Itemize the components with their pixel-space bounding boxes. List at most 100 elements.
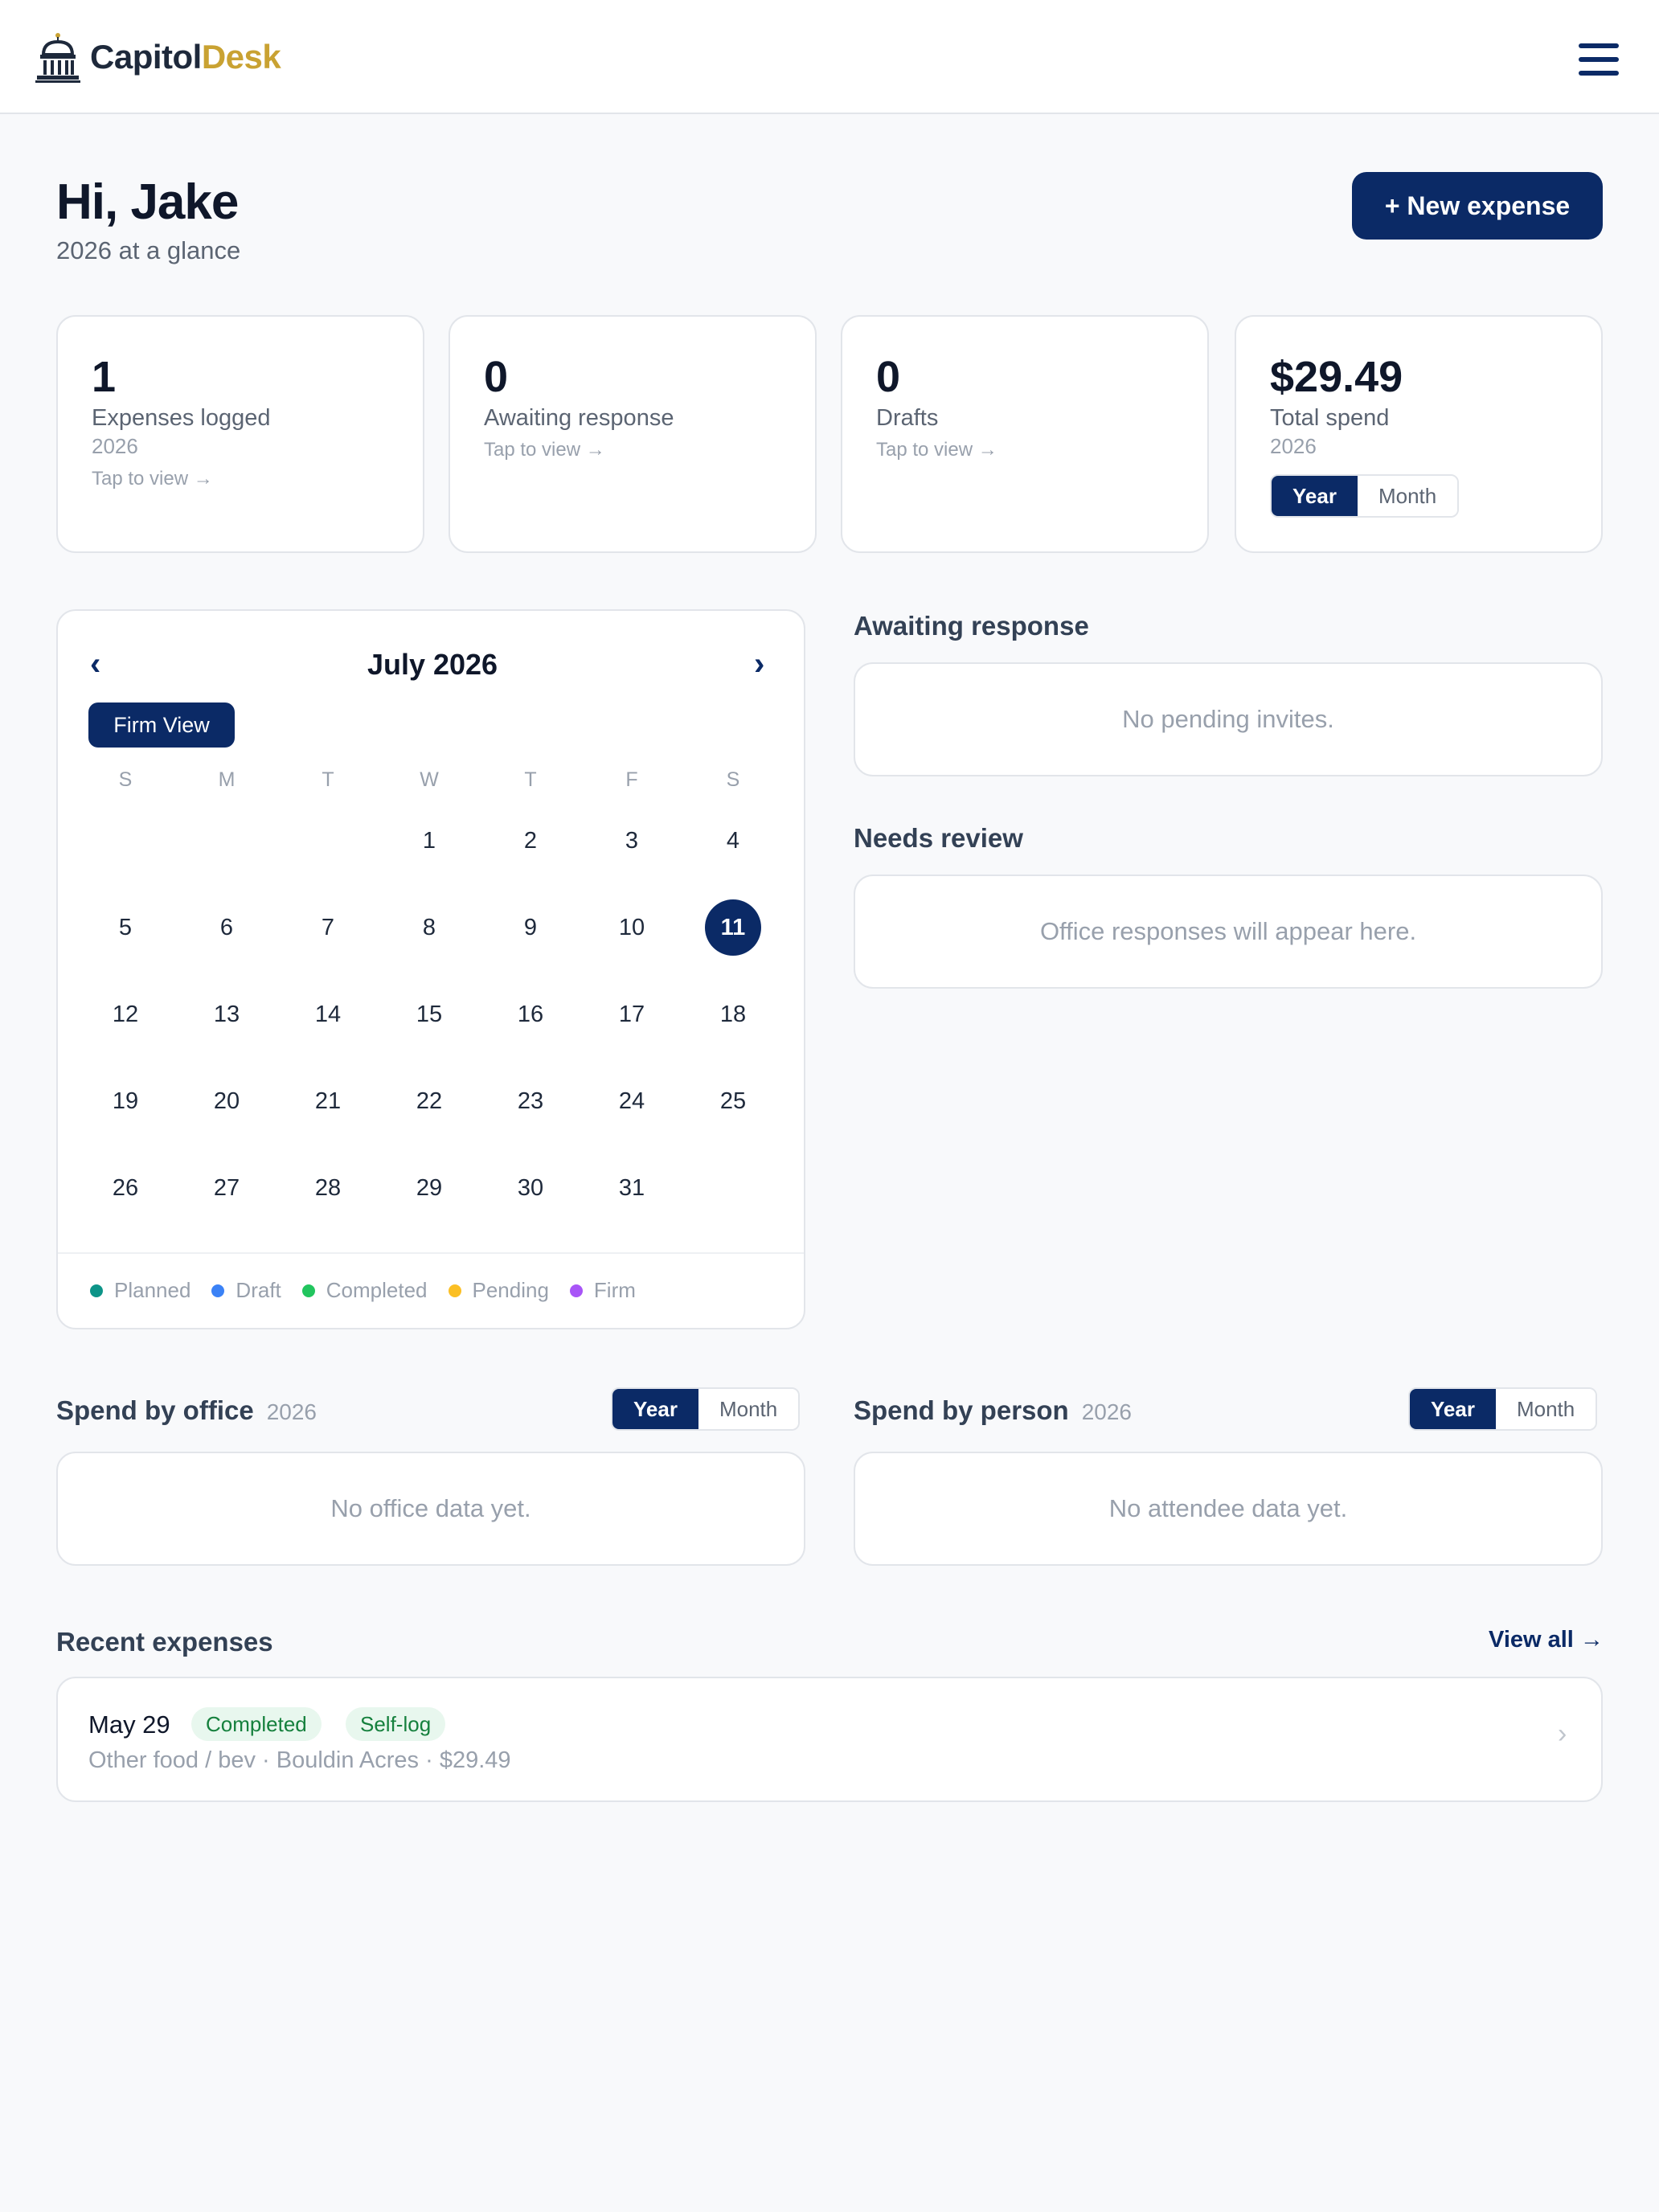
status-badge: Completed xyxy=(191,1707,322,1741)
calendar-day[interactable]: 13 xyxy=(199,986,255,1043)
year-toggle-button[interactable]: Year xyxy=(1410,1389,1496,1429)
calendar-legend: Planned Draft Completed Pending Firm xyxy=(90,1278,657,1303)
legend-dot-icon xyxy=(211,1284,225,1297)
awaiting-response-title: Awaiting response xyxy=(854,611,1089,641)
legend-item: Pending xyxy=(448,1278,549,1303)
calendar-day[interactable]: 4 xyxy=(705,813,761,869)
legend-label: Firm xyxy=(593,1278,636,1302)
calendar-day-selected[interactable]: 11 xyxy=(705,899,761,956)
top-bar: CapitolDesk xyxy=(0,0,1659,114)
weekday-header: M xyxy=(218,768,236,791)
month-toggle-button[interactable]: Month xyxy=(1495,1389,1596,1429)
calendar-day[interactable]: 25 xyxy=(705,1073,761,1129)
stat-card-drafts[interactable]: 0 Drafts Tap to view → xyxy=(841,315,1209,553)
section-year: 2026 xyxy=(1081,1399,1133,1424)
hamburger-menu-icon[interactable] xyxy=(1577,43,1622,76)
month-toggle-button[interactable]: Month xyxy=(1357,476,1458,516)
section-year: 2026 xyxy=(266,1399,317,1424)
legend-label: Pending xyxy=(472,1278,549,1302)
legend-dot-icon xyxy=(90,1284,103,1297)
calendar-day[interactable]: 31 xyxy=(604,1160,660,1216)
calendar-day[interactable]: 7 xyxy=(300,899,356,956)
stat-label: Expenses logged xyxy=(92,405,271,431)
chevron-right-icon: › xyxy=(1558,1718,1567,1749)
calendar-day[interactable]: 6 xyxy=(199,899,255,956)
calendar-day[interactable]: 18 xyxy=(705,986,761,1043)
recent-expenses-title: Recent expenses xyxy=(56,1627,273,1657)
chevron-right-icon[interactable]: › xyxy=(754,646,764,682)
section-title-text: Spend by person xyxy=(854,1395,1069,1425)
calendar-day[interactable]: 21 xyxy=(300,1073,356,1129)
calendar-day[interactable]: 16 xyxy=(502,986,559,1043)
brand-name: CapitolDesk xyxy=(90,38,281,76)
weekday-header: F xyxy=(625,768,638,791)
legend-item: Planned xyxy=(90,1278,190,1303)
legend-label: Completed xyxy=(326,1278,428,1302)
calendar-day[interactable]: 30 xyxy=(502,1160,559,1216)
calendar-day[interactable]: 27 xyxy=(199,1160,255,1216)
calendar-day[interactable]: 23 xyxy=(502,1073,559,1129)
empty-state-text: No office data yet. xyxy=(330,1494,531,1522)
calendar-day[interactable]: 1 xyxy=(401,813,457,869)
year-toggle-button[interactable]: Year xyxy=(612,1389,698,1429)
calendar-day[interactable]: 26 xyxy=(97,1160,154,1216)
capitol-icon xyxy=(35,33,80,83)
calendar-day[interactable]: 3 xyxy=(604,813,660,869)
calendar-day[interactable]: 29 xyxy=(401,1160,457,1216)
total-spend-period-toggle: Year Month xyxy=(1270,474,1460,518)
stat-value: 1 xyxy=(92,353,117,401)
month-toggle-button[interactable]: Month xyxy=(698,1389,799,1429)
stat-value: 0 xyxy=(876,353,901,401)
empty-state-text: No attendee data yet. xyxy=(1108,1494,1348,1522)
calendar-day[interactable]: 22 xyxy=(401,1073,457,1129)
calendar-day[interactable]: 17 xyxy=(604,986,660,1043)
tap-to-view-link[interactable]: Tap to view → xyxy=(484,439,605,461)
firm-view-button[interactable]: Firm View xyxy=(88,703,235,748)
calendar-day[interactable]: 19 xyxy=(97,1073,154,1129)
weekday-header: S xyxy=(118,768,133,791)
section-title-text: Spend by office xyxy=(56,1395,254,1425)
expense-date: May 29 xyxy=(88,1710,170,1739)
calendar-day[interactable]: 15 xyxy=(401,986,457,1043)
stat-label: Awaiting response xyxy=(484,405,674,431)
weekday-header: T xyxy=(322,768,334,791)
calendar-day[interactable]: 5 xyxy=(97,899,154,956)
stat-label: Total spend xyxy=(1270,405,1390,431)
legend-item: Firm xyxy=(569,1278,636,1303)
new-expense-button[interactable]: + New expense xyxy=(1352,172,1603,240)
spend-by-person-period-toggle: Year Month xyxy=(1408,1387,1598,1431)
expense-description: Other food / bev · Bouldin Acres · $29.4… xyxy=(88,1747,511,1773)
year-toggle-button[interactable]: Year xyxy=(1272,476,1358,516)
spend-by-person-title: Spend by person 2026 xyxy=(854,1395,1132,1426)
tap-to-view-link[interactable]: Tap to view → xyxy=(92,468,213,490)
weekday-header: S xyxy=(726,768,740,791)
type-badge: Self-log xyxy=(346,1707,446,1741)
calendar-day[interactable]: 10 xyxy=(604,899,660,956)
calendar-day[interactable]: 28 xyxy=(300,1160,356,1216)
calendar-day[interactable]: 8 xyxy=(401,899,457,956)
legend-label: Draft xyxy=(236,1278,281,1302)
calendar-card: ‹ July 2026 › Firm View SMTWTFS123456789… xyxy=(56,609,805,1329)
spend-by-office-card: No office data yet. xyxy=(56,1452,805,1566)
page-subtitle: 2026 at a glance xyxy=(56,236,241,264)
view-all-link[interactable]: View all → xyxy=(1489,1627,1604,1653)
calendar-day[interactable]: 14 xyxy=(300,986,356,1043)
stat-card-total-spend: $29.49 Total spend 2026 Year Month xyxy=(1235,315,1603,553)
spend-by-office-period-toggle: Year Month xyxy=(611,1387,801,1431)
calendar-month-title: July 2026 xyxy=(367,648,498,681)
expense-list-item[interactable]: May 29 Completed Self-log Other food / b… xyxy=(56,1677,1603,1802)
calendar-day[interactable]: 2 xyxy=(502,813,559,869)
calendar-day[interactable]: 24 xyxy=(604,1073,660,1129)
brand-name-part1: Capitol xyxy=(90,38,202,76)
brand-logo[interactable]: CapitolDesk xyxy=(35,31,281,84)
legend-dot-icon xyxy=(569,1284,583,1297)
awaiting-response-card: No pending invites. xyxy=(854,662,1603,776)
calendar-day[interactable]: 9 xyxy=(502,899,559,956)
stat-card-expenses-logged[interactable]: 1 Expenses logged 2026 Tap to view → xyxy=(56,315,424,553)
tap-to-view-link[interactable]: Tap to view → xyxy=(876,439,997,461)
calendar-day[interactable]: 12 xyxy=(97,986,154,1043)
brand-name-part2: Desk xyxy=(201,38,281,76)
legend-item: Completed xyxy=(301,1278,428,1303)
stat-card-awaiting-response[interactable]: 0 Awaiting response Tap to view → xyxy=(449,315,817,553)
calendar-day[interactable]: 20 xyxy=(199,1073,255,1129)
